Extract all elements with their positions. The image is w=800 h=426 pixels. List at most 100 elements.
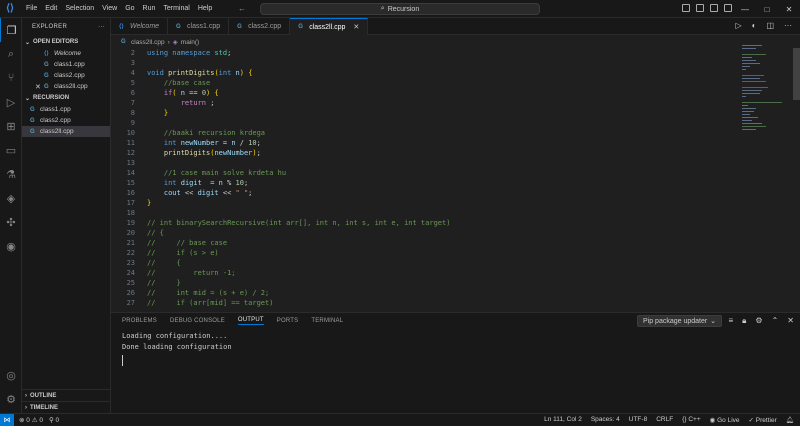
- code-line[interactable]: 7 return ;: [111, 98, 791, 108]
- run-debug-icon[interactable]: ▷: [0, 90, 22, 114]
- maximize-icon[interactable]: □: [756, 0, 778, 18]
- search-view-icon[interactable]: ⌕: [0, 42, 22, 66]
- code-line[interactable]: 13: [111, 158, 791, 168]
- indentation[interactable]: Spaces: 4: [591, 416, 620, 424]
- code-line[interactable]: 23 // {: [111, 258, 791, 268]
- tab-class2ll[interactable]: G class2ll.cpp ✕: [290, 18, 369, 35]
- code-line[interactable]: 22 // if (s > e): [111, 248, 791, 258]
- maximize-panel-icon[interactable]: ⌃: [772, 316, 779, 326]
- tab-welcome[interactable]: ⟨⟩ Welcome: [111, 18, 169, 35]
- manage-gear-icon[interactable]: ⚙: [0, 387, 22, 411]
- compare-icon[interactable]: ◐: [752, 21, 757, 30]
- code-line[interactable]: 27 // if (arr[mid] == target): [111, 298, 791, 308]
- tab-class2[interactable]: G class2.cpp: [229, 18, 291, 35]
- problems-status[interactable]: ⊗ 0 ⚠ 0: [19, 416, 43, 424]
- code-line[interactable]: 8 }: [111, 108, 791, 118]
- menu-edit[interactable]: Edit: [41, 5, 61, 12]
- tab-debug-console[interactable]: DEBUG CONSOLE: [170, 318, 225, 324]
- close-icon[interactable]: ✕: [353, 23, 359, 31]
- code-line[interactable]: 26 // int mid = (s + e) / 2;: [111, 288, 791, 298]
- more-actions-icon[interactable]: ···: [98, 24, 105, 30]
- github-icon[interactable]: ◉: [0, 234, 22, 258]
- cursor-position[interactable]: Ln 111, Col 2: [544, 416, 582, 424]
- lock-icon[interactable]: 🔒︎: [742, 316, 746, 326]
- go-live-button[interactable]: ◉ Go Live: [710, 416, 740, 424]
- tab-problems[interactable]: PROBLEMS: [122, 318, 157, 324]
- output-content[interactable]: Loading configuration.... Done loading c…: [111, 329, 800, 366]
- outline-section[interactable]: › OUTLINE: [22, 389, 111, 401]
- timeline-section[interactable]: › TIMELINE: [22, 401, 111, 413]
- tab-output[interactable]: OUTPUT: [237, 317, 264, 325]
- toggle-secondary-sidebar-icon[interactable]: [710, 4, 718, 12]
- more-actions-icon[interactable]: ···: [784, 21, 792, 30]
- menu-file[interactable]: File: [22, 5, 41, 12]
- breadcrumb-file[interactable]: class2ll.cpp: [131, 39, 165, 46]
- run-icon[interactable]: ▷: [735, 21, 741, 30]
- code-line[interactable]: 21 // // base case: [111, 238, 791, 248]
- tab-terminal[interactable]: TERMINAL: [311, 318, 343, 324]
- code-line[interactable]: 24 // return -1;: [111, 268, 791, 278]
- code-line[interactable]: 14 //1 case main solve krdeta hu: [111, 168, 791, 178]
- code-line[interactable]: 20 // {: [111, 228, 791, 238]
- breadcrumb-symbol[interactable]: main(): [181, 39, 199, 46]
- menu-go[interactable]: Go: [121, 5, 138, 12]
- code-line[interactable]: 4 void printDigits(int n) {: [111, 68, 791, 78]
- code-line[interactable]: 16 cout << digit << " ";: [111, 188, 791, 198]
- encoding[interactable]: UTF-8: [629, 416, 647, 424]
- code-line[interactable]: 5 //base case: [111, 78, 791, 88]
- settings-icon[interactable]: ⚙: [755, 316, 762, 326]
- tab-class1[interactable]: G class1.cpp: [168, 18, 230, 35]
- toggle-panel-icon[interactable]: [696, 4, 704, 12]
- folder-section[interactable]: ⌄ RECURSION: [22, 92, 110, 104]
- code-line[interactable]: 17}: [111, 198, 791, 208]
- code-line[interactable]: 6 if( n == 0) {: [111, 88, 791, 98]
- menu-terminal[interactable]: Terminal: [159, 5, 193, 12]
- split-editor-icon[interactable]: ◫: [766, 21, 774, 30]
- code-editor[interactable]: 2 using namespace std; 3 4 void printDigits(…: [111, 48, 791, 310]
- close-icon[interactable]: ✕: [787, 316, 794, 326]
- file-class2[interactable]: G class2.cpp: [22, 115, 110, 126]
- file-class2ll[interactable]: G class2ll.cpp: [22, 126, 110, 137]
- remote-explorer-icon[interactable]: ▭: [0, 138, 22, 162]
- layers-icon[interactable]: ◈: [0, 186, 22, 210]
- output-channel-select[interactable]: Pip package updater ⌄: [637, 315, 722, 327]
- menu-help[interactable]: Help: [194, 5, 216, 12]
- code-line[interactable]: 9: [111, 118, 791, 128]
- file-class1[interactable]: G class1.cpp: [22, 104, 110, 115]
- code-line[interactable]: 18: [111, 208, 791, 218]
- python-icon[interactable]: ✣: [0, 210, 22, 234]
- menu-view[interactable]: View: [98, 5, 121, 12]
- explorer-icon[interactable]: ❐: [0, 18, 22, 42]
- code-line[interactable]: 25 // }: [111, 278, 791, 288]
- open-editor-class2[interactable]: G class2.cpp: [22, 70, 110, 81]
- testing-icon[interactable]: ⚗: [0, 162, 22, 186]
- open-editor-class2ll[interactable]: ✕ G class2ll.cpp: [22, 81, 110, 92]
- language-mode[interactable]: {} C++: [682, 416, 700, 424]
- menu-selection[interactable]: Selection: [61, 5, 98, 12]
- back-arrow-icon[interactable]: ←: [238, 4, 246, 13]
- tab-ports[interactable]: PORTS: [277, 318, 299, 324]
- account-icon[interactable]: ◎: [0, 363, 22, 387]
- open-editors-section[interactable]: ⌄ OPEN EDITORS: [22, 36, 110, 48]
- code-line[interactable]: 12 printDigits(newNumber);: [111, 148, 791, 158]
- code-line[interactable]: 19 // int binarySearchRecursive(int arr[]…: [111, 218, 791, 228]
- close-icon[interactable]: ✕: [35, 83, 41, 91]
- close-window-icon[interactable]: ✕: [778, 0, 800, 18]
- editor-scrollbar[interactable]: [793, 48, 800, 100]
- code-line[interactable]: 15 int digit = n % 10;: [111, 178, 791, 188]
- code-line[interactable]: 2 using namespace std;: [111, 48, 791, 58]
- menu-run[interactable]: Run: [139, 5, 160, 12]
- line-ending[interactable]: CRLF: [656, 416, 673, 424]
- code-line[interactable]: 10 //baaki recursion krdega: [111, 128, 791, 138]
- toggle-sidebar-icon[interactable]: [682, 4, 690, 12]
- ports-status[interactable]: ⚲ 0: [49, 416, 59, 424]
- minimize-icon[interactable]: —: [734, 0, 756, 18]
- open-editor-welcome[interactable]: ⟨⟩ Welcome: [22, 48, 110, 59]
- extensions-icon[interactable]: ⊞: [0, 114, 22, 138]
- source-control-icon[interactable]: ⑂: [0, 66, 22, 90]
- code-line[interactable]: 11 int newNumber = n / 10;: [111, 138, 791, 148]
- minimap[interactable]: [742, 45, 790, 145]
- customize-layout-icon[interactable]: [724, 4, 732, 12]
- command-center-search[interactable]: ⌕ Recursion: [260, 3, 540, 15]
- remote-indicator-icon[interactable]: ⋈: [0, 413, 14, 426]
